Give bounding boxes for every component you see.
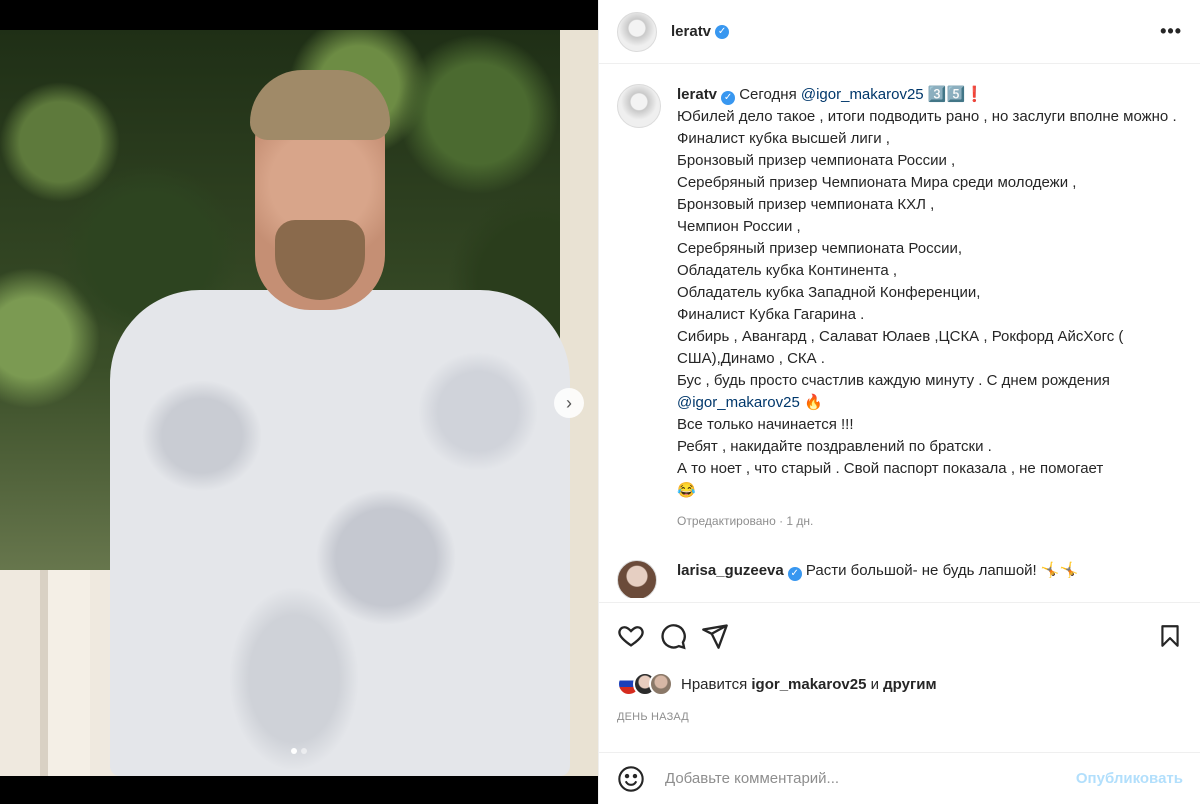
caption-intro: Сегодня xyxy=(735,86,801,103)
post-header: leratv ✓ ••• xyxy=(599,0,1200,64)
comment-username[interactable]: larisa_guzeeva xyxy=(677,562,784,579)
caption-line: Все только начинается !!! xyxy=(677,416,854,433)
caption-meta: Отредактировано · 1 дн. xyxy=(677,514,814,528)
chevron-right-icon: › xyxy=(566,393,572,413)
comment-avatar[interactable] xyxy=(617,560,657,598)
share-button[interactable] xyxy=(701,621,737,651)
post-photo[interactable] xyxy=(0,30,598,776)
caption-line: Чемпион России , xyxy=(677,218,801,235)
caption-line: Юбилей дело такое , итоги подводить рано… xyxy=(677,108,1177,125)
heart-icon xyxy=(618,626,644,647)
caption-line: Сибирь , Авангард , Салават Юлаев ,ЦСКА … xyxy=(677,328,1124,367)
verified-icon: ✓ xyxy=(787,567,802,581)
author-avatar[interactable] xyxy=(617,11,657,52)
likes-summary: Нравится igor_makarov25 и другим xyxy=(617,672,937,696)
liker-avatar xyxy=(649,672,673,696)
caption-line: Бус , будь просто счастлив каждую минуту… xyxy=(677,372,1110,389)
caption-line: Серебряный призер чемпионата России, xyxy=(677,240,963,257)
post-media: › xyxy=(0,0,598,804)
caption-body: leratv ✓ Сегодня @igor_makarov25 3️⃣5️⃣❗ … xyxy=(677,84,1177,532)
caption-line: Обладатель кубка Западной Конференции, xyxy=(677,284,981,301)
caption-line: Обладатель кубка Континента , xyxy=(677,262,898,279)
post-timestamp[interactable]: ДЕНЬ НАЗАД xyxy=(617,711,689,723)
like-button[interactable] xyxy=(617,621,653,651)
verified-icon: ✓ xyxy=(715,24,730,39)
caption-line: Финалист кубка высшей лиги , xyxy=(677,130,890,147)
comments-list[interactable]: leratv ✓ Сегодня @igor_makarov25 3️⃣5️⃣❗ … xyxy=(599,70,1200,598)
likes-text: Нравится igor_makarov25 и другим xyxy=(681,676,937,693)
caption-mention[interactable]: @igor_makarov25 xyxy=(677,394,800,411)
comment-button[interactable] xyxy=(659,621,695,651)
caption-username[interactable]: leratv xyxy=(677,86,717,103)
caption-intro-tail: 3️⃣5️⃣❗ xyxy=(923,86,984,103)
caption-line: А то ноет , что старый . Свой паспорт по… xyxy=(677,460,1104,477)
caption-mention-tail: 🔥 xyxy=(799,394,823,411)
caption-line: Серебряный призер Чемпионата Мира среди … xyxy=(677,174,1077,191)
likes-prefix: Нравится xyxy=(681,675,752,693)
caption-avatar[interactable] xyxy=(617,84,661,128)
caption-line: Финалист Кубка Гагарина . xyxy=(677,306,865,323)
likes-others[interactable]: другим xyxy=(883,676,936,693)
comment-item: larisa_guzeeva ✓ Расти большой- не будь л… xyxy=(617,560,1183,598)
post-actions xyxy=(599,602,1200,672)
photo-hair xyxy=(250,70,390,140)
carousel-indicator xyxy=(0,748,598,754)
caption-line: Бронзовый призер чемпионата России , xyxy=(677,152,956,169)
post-comment-button[interactable]: Опубликовать xyxy=(1076,770,1183,787)
more-icon[interactable]: ••• xyxy=(1160,21,1182,42)
author-username[interactable]: leratv xyxy=(671,23,711,40)
save-button[interactable] xyxy=(1147,621,1183,651)
comment-text: larisa_guzeeva ✓ Расти большой- не будь л… xyxy=(677,560,1078,582)
likes-middle: и xyxy=(866,675,884,693)
caption-mention-line: @igor_makarov25 🔥 xyxy=(677,392,1177,414)
bookmark-icon xyxy=(1161,625,1179,647)
photo-person xyxy=(110,70,570,776)
carousel-dot-active xyxy=(291,748,297,754)
verified-icon: ✓ xyxy=(721,91,736,105)
caption-line: Бронзовый призер чемпионата КХЛ , xyxy=(677,196,935,213)
carousel-dot xyxy=(301,748,307,754)
likes-user[interactable]: igor_makarov25 xyxy=(751,676,866,693)
comment-body: Расти большой- не будь лапшой! 🤸🤸 xyxy=(801,562,1079,579)
share-icon xyxy=(702,624,728,649)
caption-line: 😂 xyxy=(677,482,696,499)
caption: leratv ✓ Сегодня @igor_makarov25 3️⃣5️⃣❗ … xyxy=(617,84,1183,532)
carousel-next-button[interactable]: › xyxy=(554,388,584,418)
comment-input[interactable] xyxy=(665,770,1076,787)
add-comment-bar: Опубликовать xyxy=(599,752,1200,804)
comment-icon xyxy=(661,624,686,650)
post-sidebar: leratv ✓ ••• leratv ✓ Сегодня @igor_makar… xyxy=(598,0,1200,804)
caption-mention[interactable]: @igor_makarov25 xyxy=(801,86,924,103)
photo-shirt xyxy=(110,290,570,776)
caption-line: Ребят , накидайте поздравлений по братск… xyxy=(677,438,992,455)
emoji-icon[interactable] xyxy=(617,765,645,793)
